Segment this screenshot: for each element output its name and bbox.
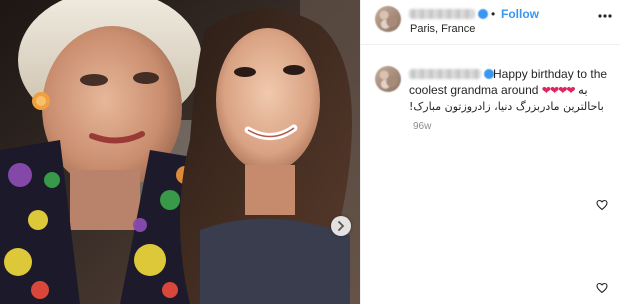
next-image-button[interactable] (331, 216, 351, 236)
caption-hearts: ❤❤❤❤ (541, 85, 576, 97)
like-comment-button[interactable] (596, 198, 608, 211)
chevron-right-icon (338, 221, 345, 231)
more-horizontal-icon (598, 14, 612, 18)
post-header: • Follow Paris, France (361, 0, 620, 45)
caption-timestamp[interactable]: 96w (413, 121, 431, 132)
author-avatar[interactable] (375, 6, 401, 32)
author-username-blurred[interactable] (409, 9, 475, 19)
like-post-button[interactable] (596, 281, 608, 294)
caption-persian-prefix: به (577, 83, 588, 97)
more-options-button[interactable] (597, 8, 613, 24)
caption-persian: باحالترین مادربزرگ دنیا، زادروزتون مبارک… (409, 100, 604, 113)
post-side-panel: • Follow Paris, France Happy birthday to… (360, 0, 620, 304)
verified-badge-icon (478, 9, 488, 19)
post-location[interactable]: Paris, France (410, 23, 475, 35)
follow-separator: • (491, 7, 496, 21)
caption-author-avatar[interactable] (375, 66, 401, 92)
selfie-photo (0, 0, 360, 304)
heart-outline-icon (596, 282, 608, 294)
post-photo[interactable] (0, 0, 360, 304)
follow-button[interactable]: Follow (501, 7, 539, 21)
caption-text: Happy birthday to the coolest grandma ar… (409, 66, 609, 115)
heart-outline-icon (596, 199, 608, 211)
instagram-post: • Follow Paris, France Happy birthday to… (0, 0, 620, 304)
